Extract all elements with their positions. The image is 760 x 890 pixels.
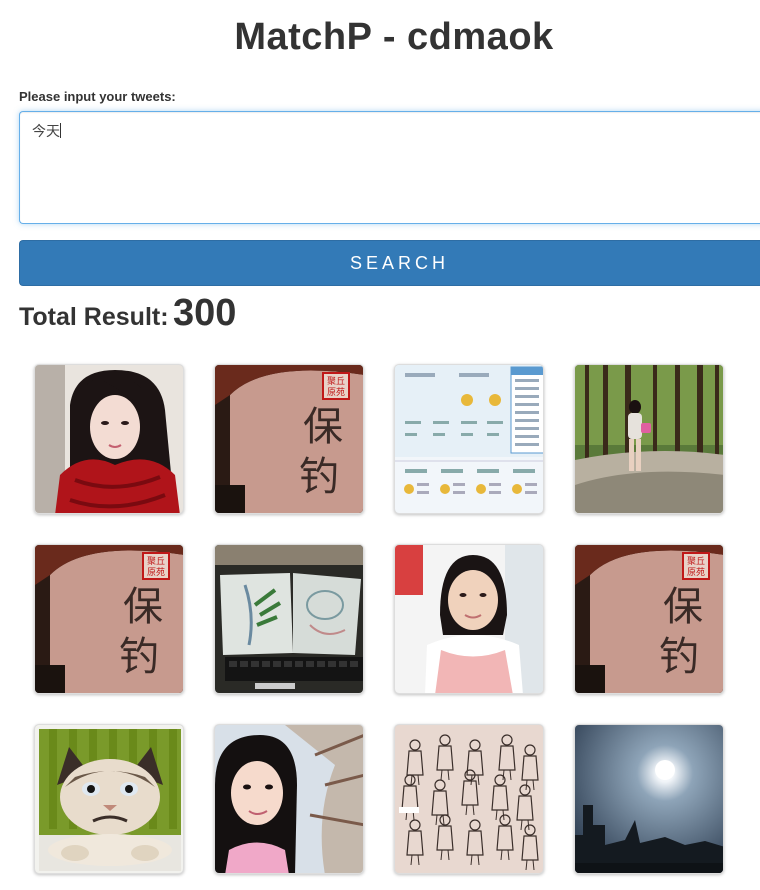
page-title: MatchP - cdmaok [234, 16, 554, 58]
svg-text:钓: 钓 [299, 454, 339, 500]
svg-text:保: 保 [303, 404, 343, 450]
text-caret [60, 123, 61, 138]
tweet-input-label: Please input your tweets: [19, 89, 176, 104]
girl-red-scarf-photo[interactable] [34, 364, 184, 514]
shirt-calligraphy-photo[interactable]: 聚丘 原苑 保 钓 [34, 544, 184, 694]
shirt-calligraphy-photo[interactable]: 聚丘 原苑 保 钓 [574, 544, 724, 694]
svg-text:保: 保 [123, 584, 163, 630]
grumpy-cat-photo[interactable] [34, 724, 184, 874]
svg-text:原苑: 原苑 [147, 566, 165, 578]
girl-selfie-photo[interactable] [214, 724, 364, 874]
svg-text:钓: 钓 [119, 634, 159, 680]
svg-text:保: 保 [663, 584, 703, 630]
svg-text:聚丘: 聚丘 [327, 376, 345, 387]
total-result: Total Result: 300 [19, 292, 236, 335]
total-result-value: 300 [173, 292, 237, 334]
svg-text:原苑: 原苑 [327, 386, 345, 398]
svg-text:聚丘: 聚丘 [687, 556, 705, 567]
tweet-input-value: 今天 [32, 124, 60, 140]
sun-sky-photo[interactable] [574, 724, 724, 874]
svg-text:聚丘: 聚丘 [147, 556, 165, 567]
tweet-input[interactable]: 今天 [19, 111, 760, 224]
app-screenshot-thumbnail[interactable] [394, 364, 544, 514]
fashion-sketches-photo[interactable] [394, 724, 544, 874]
svg-text:钓: 钓 [659, 634, 699, 680]
shirt-calligraphy-photo[interactable]: 聚丘 原苑 保 钓 [214, 364, 364, 514]
search-button[interactable]: SEARCH [19, 240, 760, 286]
girl-walking-forest-photo[interactable] [574, 364, 724, 514]
total-result-label: Total Result: [19, 303, 169, 331]
girl-pink-dress-photo[interactable] [394, 544, 544, 694]
svg-text:原苑: 原苑 [687, 566, 705, 578]
drawings-on-desk-photo[interactable] [214, 544, 364, 694]
